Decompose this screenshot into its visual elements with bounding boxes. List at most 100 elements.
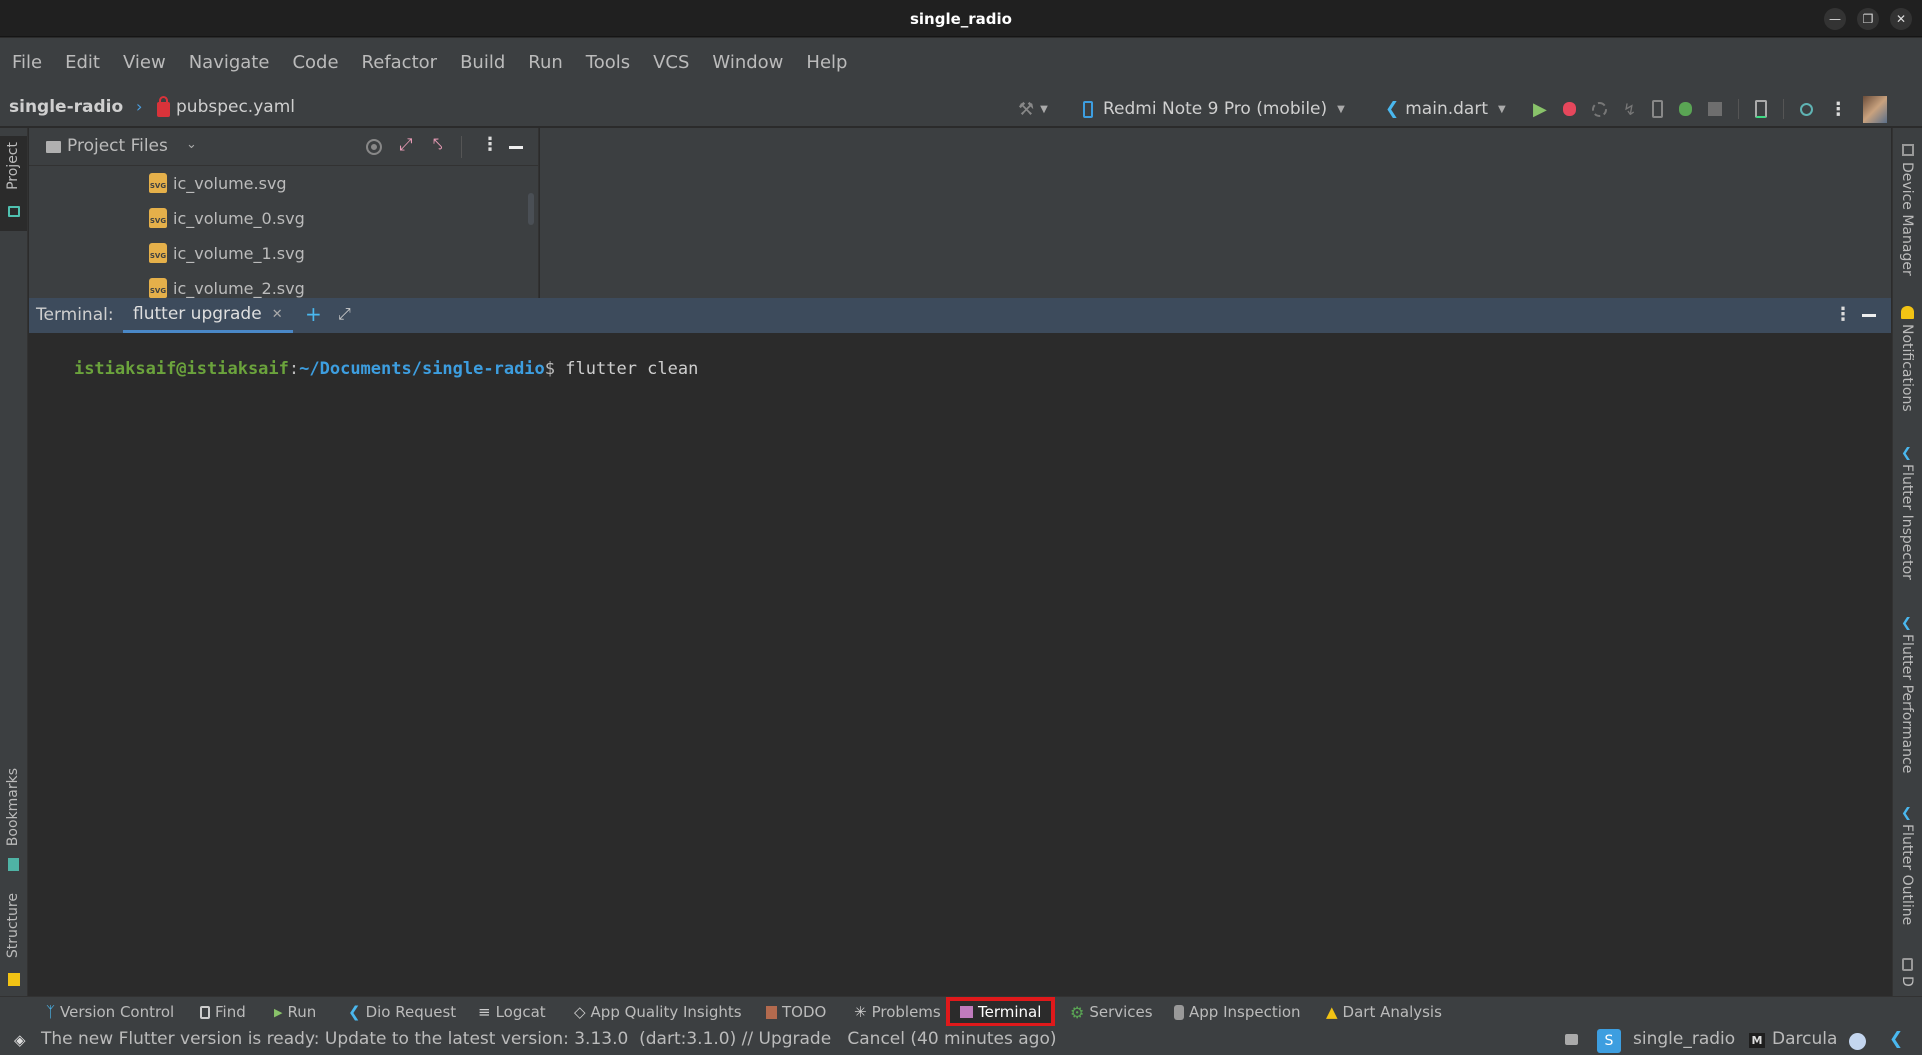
collapse-all-icon[interactable]: ⤣ (433, 135, 443, 155)
file-item[interactable]: SVG ic_volume_2.svg (149, 278, 305, 298)
project-tab-label: Project (5, 142, 21, 190)
menu-vcs[interactable]: VCS (653, 52, 689, 73)
debug-icon[interactable] (1562, 102, 1576, 116)
problems-icon: ✳ (854, 1003, 867, 1021)
structure-tool-tab[interactable]: Structure (0, 893, 27, 993)
terminal-header: Terminal: flutter upgrade ✕ + ⤢ ⋮ (29, 298, 1891, 333)
tool-window-dart-analysis[interactable]: ▲ Dart Analysis (1322, 1001, 1446, 1023)
menu-help[interactable]: Help (806, 52, 847, 73)
flutter-icon: ❮ (1385, 99, 1400, 119)
bookmarks-tool-tab[interactable]: Bookmarks (0, 768, 27, 878)
menu-edit[interactable]: Edit (65, 52, 100, 73)
file-item[interactable]: SVG ic_volume_0.svg (149, 208, 305, 228)
restore-button[interactable]: ❐ (1857, 8, 1879, 30)
flutter-performance-tool-tab[interactable]: ❮ Flutter Performance (1893, 616, 1922, 786)
more-options-icon[interactable]: ⋮ (481, 134, 499, 155)
menu-tools[interactable]: Tools (586, 52, 630, 73)
file-item[interactable]: SVG ic_volume.svg (149, 173, 287, 193)
menu-window[interactable]: Window (712, 52, 783, 73)
close-button[interactable]: ✕ (1890, 8, 1912, 30)
terminal-tab-label: flutter upgrade (133, 304, 262, 324)
tool-window-app-quality-insights[interactable]: ◇ App Quality Insights (570, 1001, 746, 1023)
window-title: single_radio (909, 10, 1012, 28)
tool-window-logcat[interactable]: ≡ Logcat (474, 1001, 550, 1023)
project-tool-tab[interactable]: Project (0, 136, 27, 231)
more-icon[interactable]: ⋮ (1829, 99, 1847, 120)
search-icon[interactable] (1800, 102, 1814, 116)
tool-window-find[interactable]: Find (196, 1001, 250, 1023)
terminal-output[interactable]: istiaksaif@istiaksaif:~/Documents/single… (29, 333, 1891, 996)
profile-icon[interactable] (1591, 101, 1607, 117)
tool-window-app-inspection[interactable]: App Inspection (1170, 1001, 1305, 1023)
tool-window-label: App Inspection (1189, 1003, 1301, 1021)
bell-icon (1901, 306, 1914, 319)
hide-panel-icon[interactable] (1862, 314, 1876, 317)
menu-build[interactable]: Build (460, 52, 505, 73)
run-toolbar: ▶ ↯ ⋮ (1533, 95, 1888, 123)
terminal-tab[interactable]: flutter upgrade ✕ (123, 298, 293, 333)
device-tool-tab[interactable]: D (1893, 958, 1922, 996)
project-scrollbar[interactable] (528, 193, 534, 225)
svg-file-icon: SVG (149, 208, 167, 228)
layers-icon[interactable]: ◈ (14, 1031, 26, 1049)
tool-window-label: Dart Analysis (1342, 1003, 1442, 1021)
run-config-selector[interactable]: ❮ main.dart ▼ (1385, 96, 1506, 122)
flutter-device-icon[interactable] (1652, 100, 1664, 118)
notifications-tool-tab[interactable]: Notifications (1893, 306, 1922, 446)
more-options-icon[interactable]: ⋮ (1834, 304, 1852, 325)
attach-debugger-icon[interactable] (1679, 102, 1693, 116)
flutter-outline-tool-tab[interactable]: ❮ Flutter Outline (1893, 806, 1922, 936)
tool-window-services[interactable]: ⚙ Services (1066, 1001, 1157, 1023)
file-name: ic_volume.svg (173, 173, 287, 193)
dart-analysis-icon: ▲ (1326, 1003, 1338, 1021)
tool-window-run[interactable]: ▶ Run (270, 1001, 320, 1023)
menu-view[interactable]: View (123, 52, 166, 73)
tool-window-todo[interactable]: TODO (762, 1001, 830, 1023)
menu-navigate[interactable]: Navigate (189, 52, 270, 73)
breadcrumb-file-label: pubspec.yaml (176, 97, 295, 117)
theme-icon: M (1749, 1033, 1765, 1048)
breadcrumb-file[interactable]: pubspec.yaml (157, 95, 295, 117)
breadcrumb-project[interactable]: single-radio (9, 97, 123, 117)
tool-window-terminal[interactable]: Terminal (946, 997, 1056, 1027)
close-icon[interactable]: ✕ (272, 307, 283, 322)
flutter-inspector-tab-label: Flutter Inspector (1899, 464, 1915, 580)
locate-icon[interactable] (366, 139, 382, 155)
device-manager-icon[interactable] (1755, 100, 1768, 118)
feedback-icon[interactable] (1565, 1034, 1578, 1045)
maximize-icon[interactable]: ⤢ (338, 304, 351, 324)
project-view-selector[interactable]: Project Files (67, 136, 168, 156)
status-message[interactable]: The new Flutter version is ready: Update… (41, 1029, 1057, 1049)
menu-code[interactable]: Code (292, 52, 338, 73)
flutter-icon: ❮ (348, 1003, 361, 1021)
device-manager-tool-tab[interactable]: Device Manager (1893, 144, 1922, 276)
menu-run[interactable]: Run (528, 52, 563, 73)
left-tool-strip: Project Bookmarks Structure (0, 128, 28, 996)
avatar[interactable] (1863, 95, 1888, 123)
device-selector[interactable]: Redmi Note 9 Pro (mobile) ▼ (1083, 96, 1345, 122)
phone-icon (1083, 100, 1093, 118)
right-tool-strip: Device Manager Notifications ❮ Flutter I… (1892, 128, 1922, 996)
menu-file[interactable]: File (12, 52, 42, 73)
run-icon: ▶ (274, 1005, 283, 1019)
expand-all-icon[interactable]: ⤢ (399, 135, 413, 155)
tool-window-dio-request[interactable]: ❮ Dio Request (344, 1001, 460, 1023)
chevron-down-icon: ▼ (1040, 103, 1048, 115)
hot-reload-icon[interactable]: ↯ (1623, 100, 1636, 119)
hide-panel-icon[interactable] (509, 146, 523, 149)
file-item[interactable]: SVG ic_volume_1.svg (149, 243, 305, 263)
status-circle-icon[interactable] (1849, 1033, 1866, 1050)
minimize-button[interactable]: — (1824, 8, 1846, 30)
tool-window-problems[interactable]: ✳ Problems (850, 1001, 945, 1023)
tool-window-version-control[interactable]: ᛉ Version Control (42, 1001, 178, 1023)
menu-refactor[interactable]: Refactor (362, 52, 438, 73)
status-theme[interactable]: Darcula (1772, 1029, 1837, 1049)
flutter-inspector-tool-tab[interactable]: ❮ Flutter Inspector (1893, 446, 1922, 596)
add-icon[interactable]: + (305, 302, 322, 326)
status-project[interactable]: single_radio (1633, 1029, 1735, 1049)
build-button[interactable]: ⚒ ▼ (1018, 96, 1048, 122)
chevron-down-icon[interactable]: ⌄ (186, 137, 197, 152)
stop-icon[interactable] (1708, 102, 1723, 116)
run-icon[interactable]: ▶ (1533, 99, 1547, 120)
flutter-icon[interactable]: ❮ (1889, 1029, 1903, 1049)
